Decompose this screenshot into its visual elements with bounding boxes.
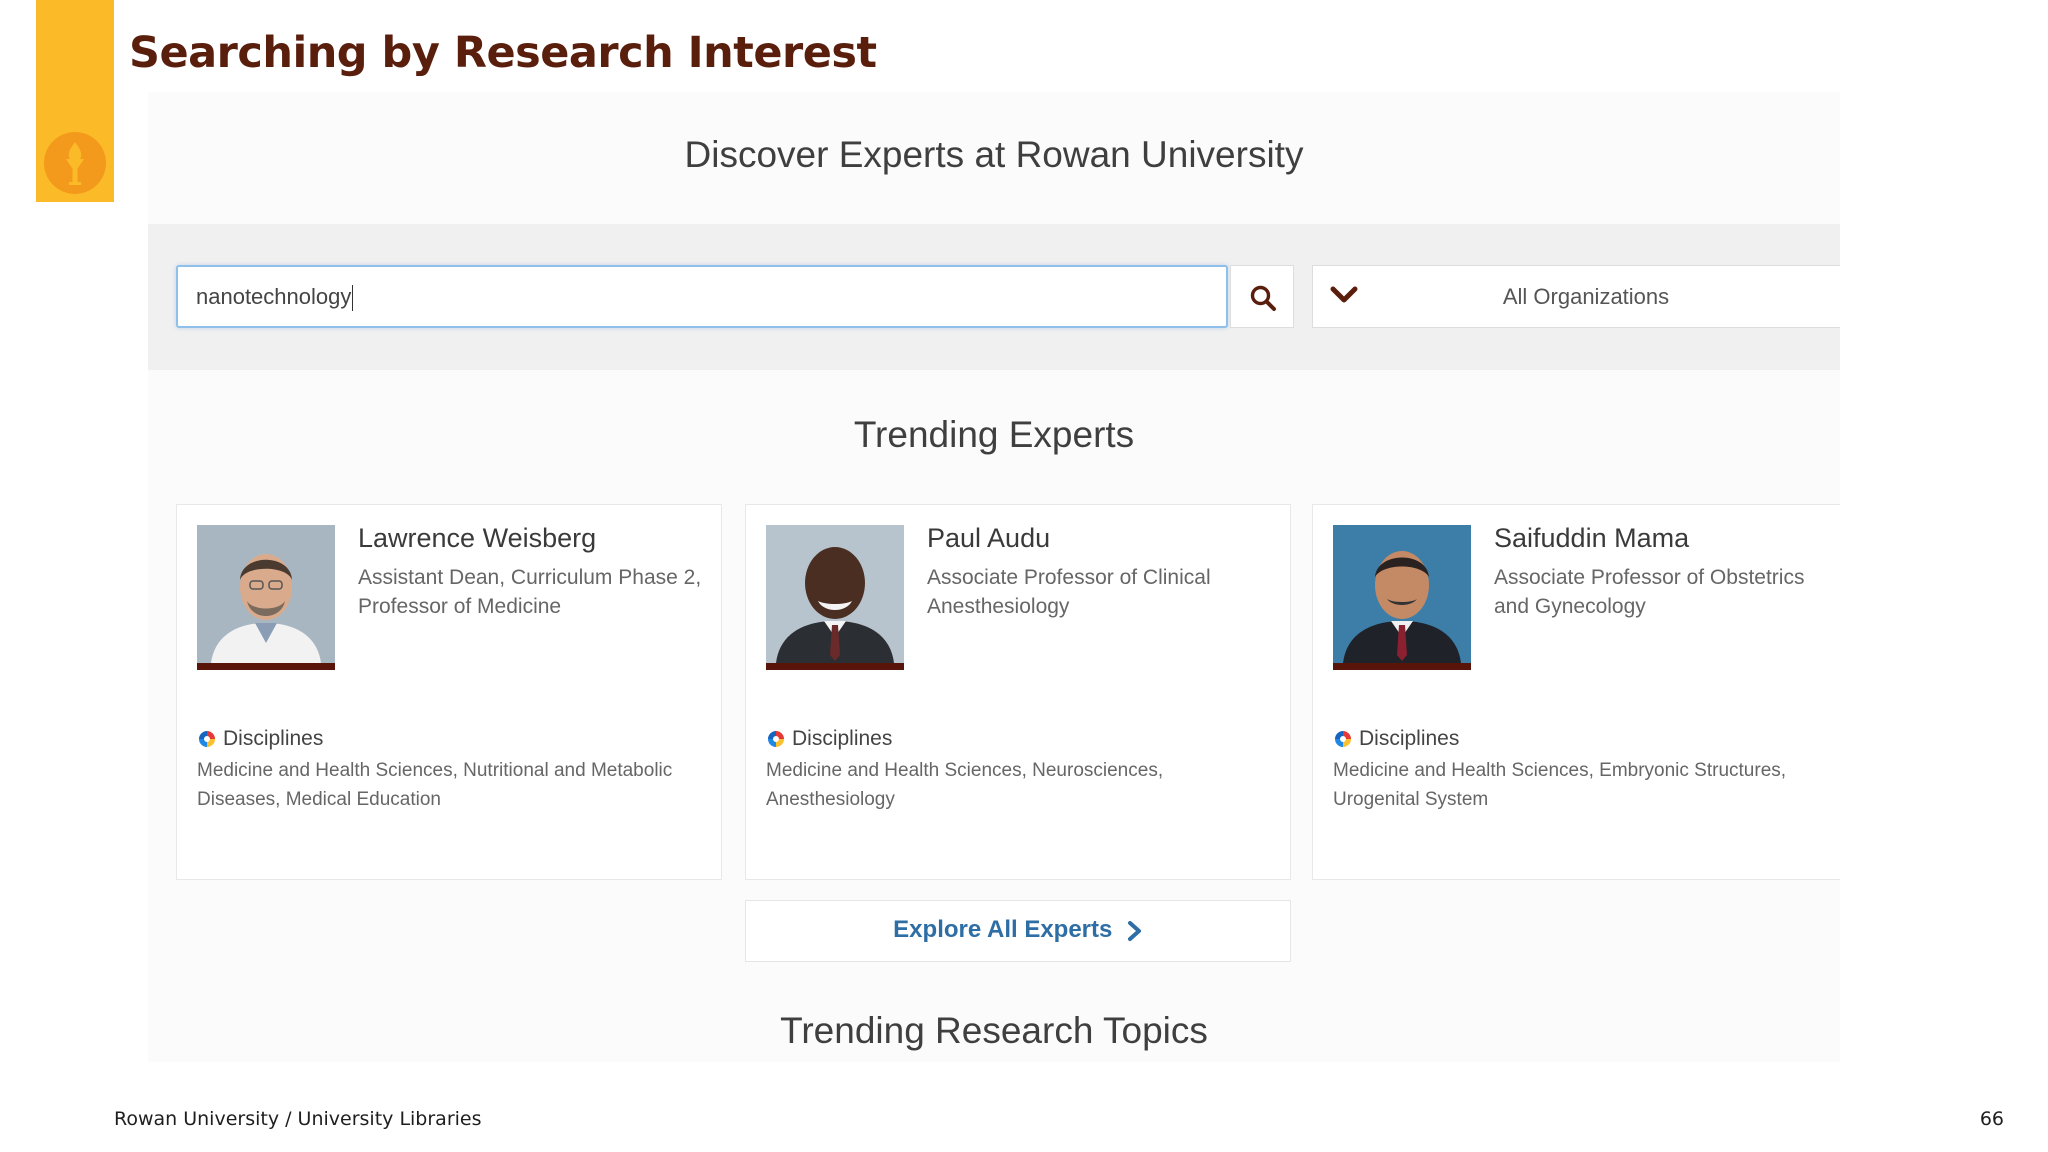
trending-topics-heading: Trending Research Topics — [780, 1010, 1208, 1051]
chevron-right-icon — [1127, 920, 1141, 941]
search-button[interactable] — [1230, 265, 1294, 328]
expert-card[interactable]: Lawrence Weisberg Assistant Dean, Curric… — [176, 504, 722, 880]
disciplines-icon — [1335, 731, 1351, 747]
expert-photo — [1333, 525, 1471, 670]
text-caret — [352, 285, 354, 312]
search-input[interactable]: nanotechnology — [176, 265, 1228, 328]
expert-photo — [766, 525, 904, 670]
search-icon — [1250, 285, 1276, 311]
expert-photo — [197, 525, 335, 670]
disciplines-label: Disciplines — [792, 727, 893, 750]
disciplines-label: Disciplines — [223, 727, 324, 750]
disciplines-list: Medicine and Health Sciences, Nutritiona… — [197, 760, 673, 810]
rowan-torch-logo — [44, 132, 106, 194]
explore-all-experts-label: Explore All Experts — [893, 916, 1113, 943]
slide-title: Searching by Research Interest — [129, 28, 877, 78]
organization-select-value: All Organizations — [1502, 284, 1670, 309]
disciplines-heading: Disciplines — [1333, 727, 1459, 751]
expert-title: Associate Professor of Clinical Anesthes… — [927, 566, 1211, 618]
expert-name[interactable]: Saifuddin Mama — [1494, 523, 1689, 554]
slide-page-number: 66 — [1979, 1108, 2004, 1130]
expert-title: Associate Professor of Obstetrics and Gy… — [1494, 566, 1805, 618]
expert-card[interactable]: Saifuddin Mama Associate Professor of Ob… — [1312, 504, 1840, 880]
explore-all-experts-button[interactable]: Explore All Experts — [745, 900, 1291, 962]
disciplines-list: Medicine and Health Sciences, Neuroscien… — [766, 760, 1164, 810]
trending-experts-heading: Trending Experts — [853, 414, 1135, 455]
disciplines-icon — [199, 731, 215, 747]
disciplines-label: Disciplines — [1359, 727, 1460, 750]
expert-title: Assistant Dean, Curriculum Phase 2, Prof… — [358, 566, 702, 618]
slide-footer: Rowan University / University Libraries — [114, 1108, 482, 1130]
disciplines-heading: Disciplines — [766, 727, 892, 751]
organization-select[interactable]: All Organizations — [1312, 265, 1840, 328]
expert-name[interactable]: Lawrence Weisberg — [358, 523, 596, 554]
disciplines-list: Medicine and Health Sciences, Embryonic … — [1333, 760, 1787, 810]
disciplines-icon — [768, 731, 784, 747]
disciplines-heading: Disciplines — [197, 727, 323, 751]
search-input-value: nanotechnology — [196, 284, 352, 309]
expert-name[interactable]: Paul Audu — [927, 523, 1050, 554]
expert-card[interactable]: Paul Audu Associate Professor of Clinica… — [745, 504, 1291, 880]
experts-portal-screenshot: Discover Experts at Rowan University nan… — [148, 92, 1840, 1062]
portal-heading: Discover Experts at Rowan University — [684, 134, 1304, 175]
